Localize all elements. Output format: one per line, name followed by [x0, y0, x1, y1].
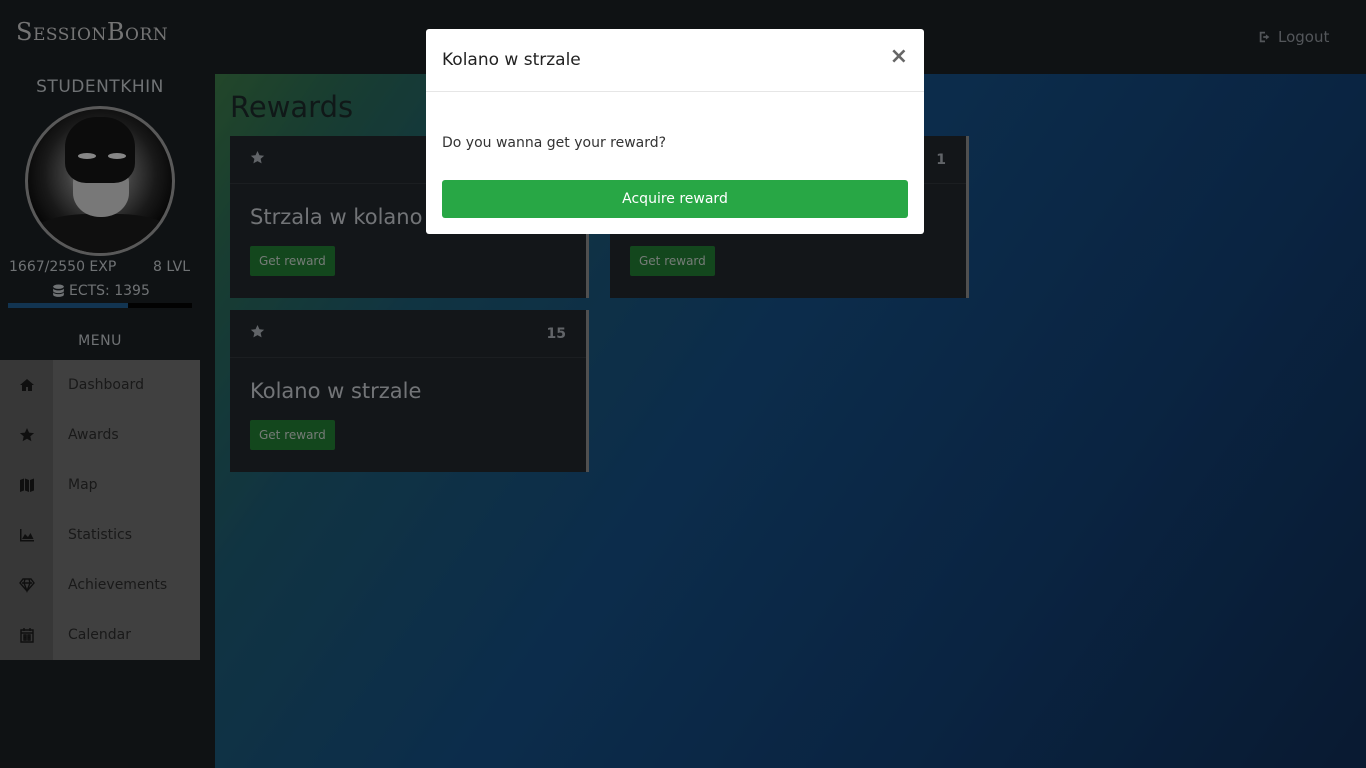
- close-icon[interactable]: ×: [890, 45, 908, 69]
- modal-title: Kolano w strzale: [442, 50, 581, 70]
- acquire-reward-button[interactable]: Acquire reward: [442, 180, 908, 218]
- reward-modal: Kolano w strzale × Do you wanna get your…: [426, 29, 924, 234]
- modal-message: Do you wanna get your reward?: [442, 135, 667, 151]
- modal-header: Kolano w strzale ×: [426, 29, 924, 92]
